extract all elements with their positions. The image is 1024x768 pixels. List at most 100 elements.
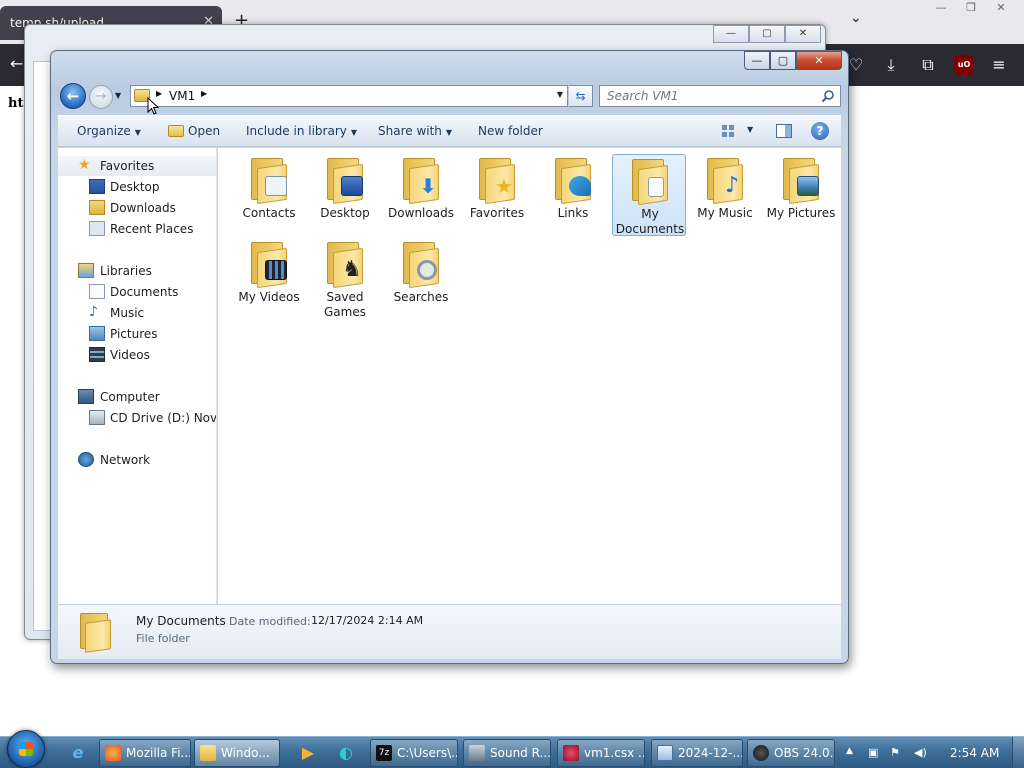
preview-pane-icon[interactable] xyxy=(776,124,792,138)
menu-icon[interactable]: ≡ xyxy=(988,54,1010,76)
command-bar: Organize ▼ Open Include in library ▼ Share… xyxy=(58,115,841,147)
nav-item-music[interactable]: ♪ Music xyxy=(58,303,216,323)
show-desktop-button[interactable] xyxy=(1012,737,1024,768)
close-button[interactable]: ✕ xyxy=(796,51,842,70)
folder-icon: ⬇ xyxy=(403,158,441,205)
folder-name: Saved Games xyxy=(324,290,366,319)
nav-item-label: Documents xyxy=(110,285,179,299)
nav-item-documents[interactable]: Documents xyxy=(58,282,216,302)
recent-pages-dropdown-icon[interactable]: ▼ xyxy=(115,91,121,100)
include-in-library-button[interactable]: Include in library ▼ xyxy=(246,124,357,138)
clock[interactable]: 2:54 AM xyxy=(950,746,999,760)
nav-item-downloads[interactable]: Downloads xyxy=(58,198,216,218)
folder-favorites[interactable]: ★ Favorites xyxy=(460,154,534,236)
folder-my-documents[interactable]: My Documents xyxy=(612,154,686,236)
taskbar-button-label: Windo... xyxy=(221,746,270,760)
folder-name: Desktop xyxy=(320,206,370,220)
browser-restore-icon[interactable]: ❐ xyxy=(958,0,984,16)
folder-icon xyxy=(251,242,289,289)
nav-item-label: Downloads xyxy=(110,201,176,215)
forward-button[interactable]: → xyxy=(89,85,113,109)
nav-item-favorites[interactable]: ★ Favorites xyxy=(58,156,216,176)
folder-my-music[interactable]: ♪ My Music xyxy=(688,154,762,236)
folder-downloads[interactable]: ⬇ Downloads xyxy=(384,154,458,236)
media-player-icon[interactable]: ▶ xyxy=(296,741,320,765)
close-icon[interactable]: ✕ xyxy=(785,25,821,43)
browser-close-icon[interactable]: ✕ xyxy=(988,0,1014,16)
details-item-type: File folder xyxy=(136,632,190,645)
file-list[interactable]: Contacts Desktop ⬇ Downloads ★ Favorites… xyxy=(218,148,841,604)
network-status-icon[interactable]: ▣ xyxy=(868,746,878,759)
share-with-button[interactable]: Share with ▼ xyxy=(378,124,452,138)
internet-explorer-icon[interactable]: e xyxy=(66,741,90,765)
share-with-label: Share with xyxy=(378,124,442,138)
address-history-dropdown-icon[interactable]: ▼ xyxy=(557,90,563,99)
taskbar-button-notepad[interactable]: 2024-12-... xyxy=(651,739,743,767)
action-center-flag-icon[interactable]: ⚑ xyxy=(890,746,900,759)
search-icon[interactable] xyxy=(821,89,835,103)
show-hidden-icons-icon[interactable]: ▲ xyxy=(846,746,853,756)
nav-item-network[interactable]: Network xyxy=(58,450,216,470)
taskbar-button-obs[interactable]: OBS 24.0.... xyxy=(747,739,835,767)
folder-desktop[interactable]: Desktop xyxy=(308,154,382,236)
explorer-window: — ▢ ✕ ← → ▼ ▶ VM1 ▶ ▼ ⇆ Organize▼ Open I… xyxy=(50,50,849,664)
mouse-cursor-icon xyxy=(147,97,159,115)
new-folder-button[interactable]: New folder xyxy=(478,124,543,138)
navigation-pane: ★ Favorites Desktop Downloads Recent Pla… xyxy=(58,148,217,604)
nav-item-desktop[interactable]: Desktop xyxy=(58,177,216,197)
downloads-icon[interactable]: ⤓ xyxy=(880,54,902,76)
open-button[interactable]: Open xyxy=(168,124,220,138)
nav-item-label: Music xyxy=(110,306,145,320)
organize-button[interactable]: Organize ▼ xyxy=(77,124,141,138)
taskbar-button-label: Sound R... xyxy=(490,746,551,760)
folder-links[interactable]: Links xyxy=(536,154,610,236)
maximize-icon[interactable]: ▢ xyxy=(749,25,785,43)
ublock-icon[interactable]: uO xyxy=(954,55,974,75)
folder-name: Searches xyxy=(393,290,449,304)
nav-item-cd-drive[interactable]: CD Drive (D:) Novide xyxy=(58,408,216,428)
change-view-icon[interactable] xyxy=(721,124,735,138)
nav-item-pictures[interactable]: Pictures xyxy=(58,324,216,344)
taskbar-button-explorer[interactable]: Windo... xyxy=(194,739,280,767)
back-button[interactable]: ← xyxy=(60,83,86,109)
help-icon[interactable]: ? xyxy=(811,122,829,140)
list-all-tabs-icon[interactable]: ⌄ xyxy=(850,10,862,26)
folder-my-videos[interactable]: My Videos xyxy=(232,238,306,320)
details-item-name: My Documents xyxy=(136,614,226,628)
include-in-library-label: Include in library xyxy=(246,124,347,138)
address-bar[interactable]: ▶ VM1 ▶ ▼ xyxy=(130,85,568,107)
details-pane: My Documents Date modified: 12/17/2024 2… xyxy=(58,604,841,659)
browser-minimize-icon[interactable]: — xyxy=(928,0,954,16)
folder-icon xyxy=(327,158,365,205)
edge-icon[interactable]: ◐ xyxy=(334,741,358,765)
folder-my-pictures[interactable]: My Pictures xyxy=(764,154,838,236)
picture-icon xyxy=(797,176,819,196)
start-button[interactable] xyxy=(7,730,45,768)
refresh-button[interactable]: ⇆ xyxy=(569,85,593,107)
minimize-button[interactable]: — xyxy=(744,51,770,70)
folder-searches[interactable]: Searches xyxy=(384,238,458,320)
breadcrumb-arrow-icon[interactable]: ▶ xyxy=(201,89,207,98)
extensions-icon[interactable]: ⧉ xyxy=(917,54,939,76)
nav-item-recent-places[interactable]: Recent Places xyxy=(58,219,216,239)
taskbar-button-script[interactable]: vm1.csx ... xyxy=(557,739,645,767)
taskbar-button-firefox[interactable]: Mozilla Fi... xyxy=(99,739,191,767)
browser-back-icon[interactable]: ← xyxy=(10,54,23,73)
folder-saved-games[interactable]: ♞ Saved Games xyxy=(308,238,382,320)
search-box[interactable] xyxy=(599,85,841,107)
search-input[interactable] xyxy=(600,86,820,106)
folder-icon xyxy=(403,242,441,289)
taskbar-button-7zip[interactable]: 7z C:\Users\... xyxy=(370,739,458,767)
nav-item-computer[interactable]: Computer xyxy=(58,387,216,407)
obs-icon xyxy=(753,745,769,761)
view-options-dropdown-icon[interactable]: ▼ xyxy=(747,125,753,134)
minimize-icon[interactable]: — xyxy=(713,25,749,43)
taskbar-button-sound-recorder[interactable]: Sound R... xyxy=(463,739,551,767)
folder-icon: ♞ xyxy=(327,242,365,289)
nav-item-videos[interactable]: Videos xyxy=(58,345,216,365)
maximize-button[interactable]: ▢ xyxy=(770,51,796,70)
volume-icon[interactable]: ◀) xyxy=(914,746,927,759)
folder-contacts[interactable]: Contacts xyxy=(232,154,306,236)
breadcrumb-segment[interactable]: VM1 xyxy=(169,89,195,103)
nav-item-libraries[interactable]: Libraries xyxy=(58,261,216,281)
